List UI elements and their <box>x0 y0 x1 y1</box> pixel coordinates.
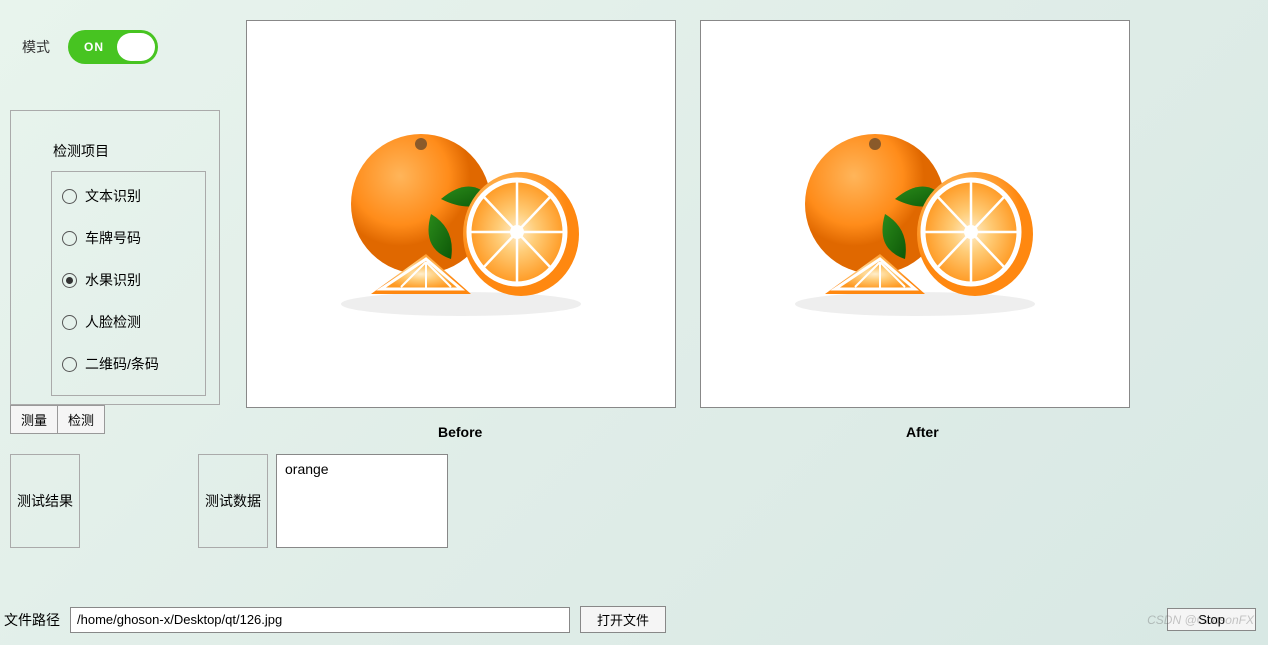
radio-label: 车牌号码 <box>85 228 141 248</box>
before-label: Before <box>438 424 482 440</box>
radio-icon <box>62 357 77 372</box>
orange-image-icon <box>311 104 611 324</box>
file-path-input[interactable] <box>70 607 570 633</box>
panel-title: 检测项目 <box>53 141 109 161</box>
toggle-on-text: ON <box>84 40 104 54</box>
radio-item-license-plate[interactable]: 车牌号码 <box>62 228 195 248</box>
radio-item-face-detection[interactable]: 人脸检测 <box>62 312 195 332</box>
radio-label: 人脸检测 <box>85 312 141 332</box>
test-data-value: orange <box>276 454 448 548</box>
test-data-label-box: 测试数据 <box>198 454 268 548</box>
after-label: After <box>906 424 939 440</box>
radio-icon <box>62 315 77 330</box>
test-result-box: 测试结果 <box>10 454 80 548</box>
radio-item-qr-barcode[interactable]: 二维码/条码 <box>62 354 195 374</box>
mode-toggle[interactable]: ON <box>68 30 158 64</box>
mode-label: 模式 <box>22 37 50 57</box>
radio-group: 文本识别 车牌号码 水果识别 人脸检测 二维码/条码 <box>51 171 206 396</box>
radio-label: 水果识别 <box>85 270 141 290</box>
radio-item-fruit-recognition[interactable]: 水果识别 <box>62 270 195 290</box>
image-viewer-before <box>246 20 676 408</box>
footer-row: 文件路径 打开文件 Stop <box>4 606 1256 633</box>
open-file-button[interactable]: 打开文件 <box>580 606 666 633</box>
tab-measure[interactable]: 测量 <box>10 405 58 434</box>
radio-item-text-recognition[interactable]: 文本识别 <box>62 186 195 206</box>
radio-icon <box>62 189 77 204</box>
radio-icon <box>62 273 77 288</box>
file-path-label: 文件路径 <box>4 610 60 630</box>
orange-image-icon <box>765 104 1065 324</box>
toggle-knob <box>117 33 155 61</box>
radio-icon <box>62 231 77 246</box>
radio-label: 二维码/条码 <box>85 354 159 374</box>
tabs: 测量 检测 <box>10 405 105 434</box>
detection-panel: 检测项目 文本识别 车牌号码 水果识别 人脸检测 二维码/条码 <box>10 110 220 405</box>
radio-label: 文本识别 <box>85 186 141 206</box>
image-viewer-after <box>700 20 1130 408</box>
tab-detect[interactable]: 检测 <box>58 405 105 434</box>
stop-button[interactable]: Stop <box>1167 608 1256 631</box>
